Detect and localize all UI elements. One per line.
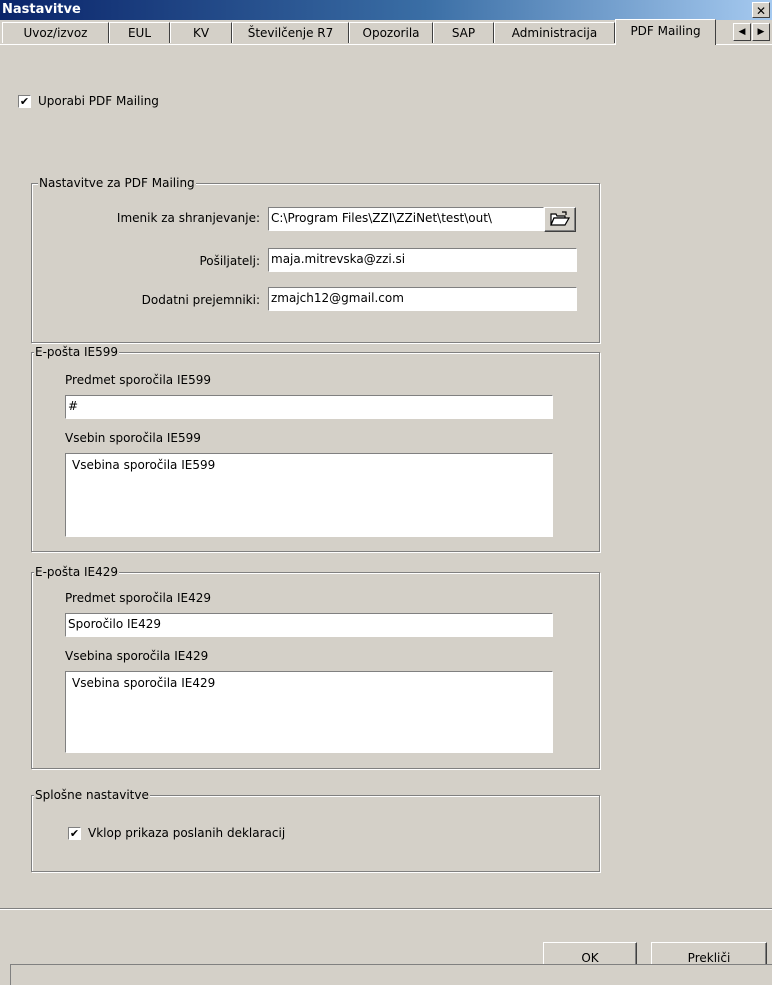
window-title: Nastavitve bbox=[2, 2, 81, 17]
ie429-subject-label: Predmet sporočila IE429 bbox=[65, 591, 211, 605]
tab-pdf-mailing[interactable]: PDF Mailing bbox=[615, 19, 716, 45]
tab-eul[interactable]: EUL bbox=[109, 22, 170, 43]
use-pdf-mailing-label: Uporabi PDF Mailing bbox=[38, 94, 159, 108]
pdf-settings-legend: Nastavitve za PDF Mailing bbox=[38, 176, 196, 190]
extra-recipients-label: Dodatni prejemniki: bbox=[141, 293, 260, 307]
tab-administracija[interactable]: Administracija bbox=[494, 22, 615, 43]
close-icon: ✕ bbox=[755, 4, 767, 18]
arrow-left-icon: ◀ bbox=[738, 27, 746, 37]
ie429-legend: E-pošta IE429 bbox=[34, 565, 120, 579]
tab-kv[interactable]: KV bbox=[170, 22, 232, 43]
sender-input[interactable]: maja.mitrevska@zzi.si bbox=[268, 248, 577, 272]
close-button[interactable]: ✕ bbox=[752, 2, 770, 18]
browse-button[interactable] bbox=[544, 207, 576, 232]
folder-open-icon bbox=[550, 211, 571, 226]
tab-stevilcenje-r7[interactable]: Številčenje R7 bbox=[232, 22, 349, 43]
tab-sap[interactable]: SAP bbox=[433, 22, 494, 43]
ie599-legend: E-pošta IE599 bbox=[34, 345, 120, 359]
ie429-subject-input[interactable]: Sporočilo IE429 bbox=[65, 613, 553, 637]
bottom-separator-highlight bbox=[0, 909, 772, 910]
tab-scroll-right-button[interactable]: ▶ bbox=[752, 23, 770, 41]
show-sent-declarations-checkbox[interactable]: ✔ bbox=[68, 827, 81, 840]
use-pdf-mailing-checkbox[interactable]: ✔ bbox=[18, 95, 31, 108]
title-bar bbox=[0, 0, 772, 20]
ie429-body-textarea[interactable]: Vsebina sporočila IE429 bbox=[65, 671, 553, 753]
ie599-subject-label: Predmet sporočila IE599 bbox=[65, 373, 211, 387]
checkmark-icon: ✔ bbox=[19, 95, 30, 108]
ie599-body-textarea[interactable]: Vsebina sporočila IE599 bbox=[65, 453, 553, 537]
general-settings-legend: Splošne nastavitve bbox=[34, 788, 150, 802]
directory-label: Imenik za shranjevanje: bbox=[116, 211, 260, 225]
directory-input[interactable]: C:\Program Files\ZZI\ZZiNet\test\out\ bbox=[268, 207, 544, 231]
show-sent-declarations-label: Vklop prikaza poslanih deklaracij bbox=[88, 826, 286, 840]
tab-opozorila[interactable]: Opozorila bbox=[349, 22, 433, 43]
tab-uvoz-izvoz[interactable]: Uvoz/izvoz bbox=[2, 22, 109, 43]
ie429-body-label: Vsebina sporočila IE429 bbox=[65, 649, 209, 663]
tab-scroll-left-button[interactable]: ◀ bbox=[733, 23, 751, 41]
sender-label: Pošiljatelj: bbox=[199, 254, 260, 268]
ie599-subject-input[interactable]: # bbox=[65, 395, 553, 419]
checkmark-icon: ✔ bbox=[69, 827, 80, 840]
extra-recipients-input[interactable]: zmajch12@gmail.com bbox=[268, 287, 577, 311]
arrow-right-icon: ▶ bbox=[757, 27, 765, 37]
status-panel bbox=[10, 964, 772, 985]
ie599-body-label: Vsebin sporočila IE599 bbox=[65, 431, 201, 445]
